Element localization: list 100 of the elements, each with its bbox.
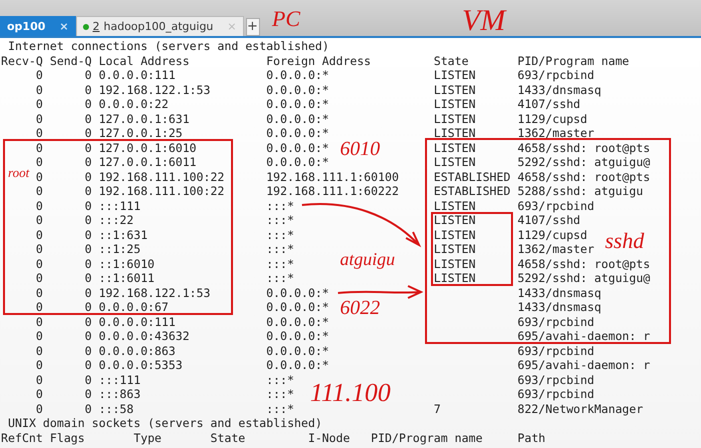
local-address-cell: 0.0.0.0:111	[98, 314, 176, 328]
recv-q-cell: 0	[36, 112, 43, 126]
program-cell: 4658/sshd: root@pts	[517, 256, 650, 270]
close-icon[interactable]: ×	[59, 20, 69, 33]
send-q-cell: 0	[84, 358, 92, 372]
new-tab-button[interactable]: +	[246, 18, 260, 36]
foreign-address-cell: 0.0.0.0:*	[266, 68, 330, 82]
foreign-address-cell: :::*	[266, 242, 294, 256]
column-header: Flags	[50, 430, 86, 445]
program-cell: 5292/sshd: atguigu@	[517, 155, 650, 169]
send-q-cell: 0	[84, 286, 92, 300]
program-cell: 1433/dnsmasq	[517, 300, 602, 314]
local-address-cell: 127.0.0.1:6010	[98, 140, 196, 154]
send-q-cell: 0	[84, 213, 92, 227]
local-address-cell: :::111	[98, 198, 141, 212]
column-header: Local Address	[98, 54, 190, 68]
local-address-cell: :::111	[98, 372, 141, 386]
send-q-cell: 0	[84, 314, 92, 328]
recv-q-cell: 0	[36, 82, 43, 96]
local-address-cell: 0.0.0.0:67	[98, 300, 168, 314]
send-q-cell: 0	[84, 242, 92, 256]
recv-q-cell: 0	[36, 228, 43, 242]
send-q-cell: 0	[84, 387, 92, 401]
state-cell: LISTEN	[434, 68, 476, 82]
program-cell: 693/rpcbind	[517, 198, 594, 212]
recv-q-cell: 0	[36, 314, 43, 328]
foreign-address-cell: 192.168.111.1:60100	[266, 170, 399, 184]
state-cell: LISTEN	[434, 213, 476, 227]
handwritten-note: 6022	[340, 298, 380, 318]
foreign-address-cell: 192.168.111.1:60222	[266, 184, 399, 198]
local-address-cell: :::22	[98, 213, 134, 227]
send-q-cell: 0	[84, 256, 92, 270]
tab-number: 2	[92, 20, 100, 33]
send-q-cell: 0	[84, 184, 92, 198]
send-q-cell: 0	[84, 228, 92, 242]
local-address-cell: ::1:6010	[98, 256, 155, 270]
recv-q-cell: 0	[36, 213, 43, 227]
recv-q-cell: 0	[36, 184, 43, 198]
state-cell: LISTEN	[434, 155, 476, 169]
program-cell: 693/rpcbind	[517, 344, 594, 358]
send-q-cell: 0	[84, 140, 92, 154]
local-address-cell: 0.0.0.0:43632	[98, 329, 190, 343]
program-cell: 4658/sshd: root@pts	[517, 140, 650, 154]
send-q-cell: 0	[84, 155, 92, 169]
recv-q-cell: 0	[36, 126, 43, 140]
handwritten-note: 6010	[340, 139, 380, 159]
handwritten-note: 111.100	[310, 380, 391, 406]
program-cell: 5288/sshd: atguigu	[517, 184, 644, 198]
recv-q-cell: 0	[36, 97, 43, 111]
recv-q-cell: 0	[36, 155, 43, 169]
program-cell: 693/rpcbind	[517, 387, 594, 401]
handwritten-note: VM	[462, 6, 506, 36]
column-header: State	[434, 54, 470, 68]
column-header: Path	[517, 430, 546, 445]
local-address-cell: 192.168.111.100:22	[98, 170, 224, 184]
send-q-cell: 0	[84, 198, 92, 212]
recv-q-cell: 0	[36, 242, 43, 256]
program-cell: 693/rpcbind	[517, 68, 594, 82]
local-address-cell: ::1:25	[98, 242, 141, 256]
local-address-cell: 127.0.0.1:631	[98, 112, 190, 126]
state-cell: LISTEN	[434, 271, 476, 285]
handwritten-note: atguigu	[340, 250, 396, 268]
program-cell: 695/avahi-daemon: r	[517, 358, 650, 372]
recv-q-cell: 0	[36, 358, 43, 372]
program-cell: 4107/sshd	[517, 213, 580, 227]
terminal-tab[interactable]: 2 hadoop100_atguigu ×	[76, 16, 244, 36]
state-cell: LISTEN	[434, 256, 476, 270]
foreign-address-cell: 0.0.0.0:*	[266, 329, 330, 343]
recv-q-cell: 0	[36, 372, 43, 386]
foreign-address-cell: :::*	[266, 271, 294, 285]
local-address-cell: 127.0.0.1:6011	[98, 155, 196, 169]
program-cell: 695/avahi-daemon: r	[517, 329, 650, 343]
foreign-address-cell: :::*	[266, 228, 294, 242]
local-address-cell: 0.0.0.0:5353	[98, 358, 182, 372]
foreign-address-cell: 0.0.0.0:*	[266, 126, 330, 140]
foreign-address-cell: 0.0.0.0:*	[266, 358, 330, 372]
column-header: Recv-Q	[1, 54, 43, 68]
state-cell: ESTABLISHED	[434, 184, 510, 198]
send-q-cell: 0	[84, 271, 92, 285]
foreign-address-cell: :::*	[266, 387, 294, 401]
program-cell: 1129/cupsd	[517, 112, 588, 126]
state-cell: LISTEN	[434, 97, 476, 111]
state-cell: LISTEN	[434, 112, 476, 126]
handwritten-note: root	[8, 166, 30, 179]
foreign-address-cell: 0.0.0.0:*	[266, 140, 330, 154]
program-cell: 5292/sshd: atguigu@	[517, 271, 650, 285]
send-q-cell: 0	[84, 329, 92, 343]
tab-label: hadoop100_atguigu	[104, 20, 214, 33]
recv-q-cell: 0	[36, 344, 43, 358]
column-header: State	[210, 430, 246, 445]
foreign-address-cell: 0.0.0.0:*	[266, 82, 330, 96]
local-address-cell: 0.0.0.0:111	[98, 68, 176, 82]
foreign-address-cell: 0.0.0.0:*	[266, 344, 330, 358]
send-q-cell: 0	[84, 344, 92, 358]
tab-label: op100	[7, 20, 46, 33]
terminal-tab[interactable]: op100 ×	[0, 16, 76, 36]
send-q-cell: 0	[84, 300, 92, 314]
foreign-address-cell: 0.0.0.0:*	[266, 112, 330, 126]
state-cell: 7	[434, 402, 441, 416]
recv-q-cell: 0	[36, 329, 43, 343]
